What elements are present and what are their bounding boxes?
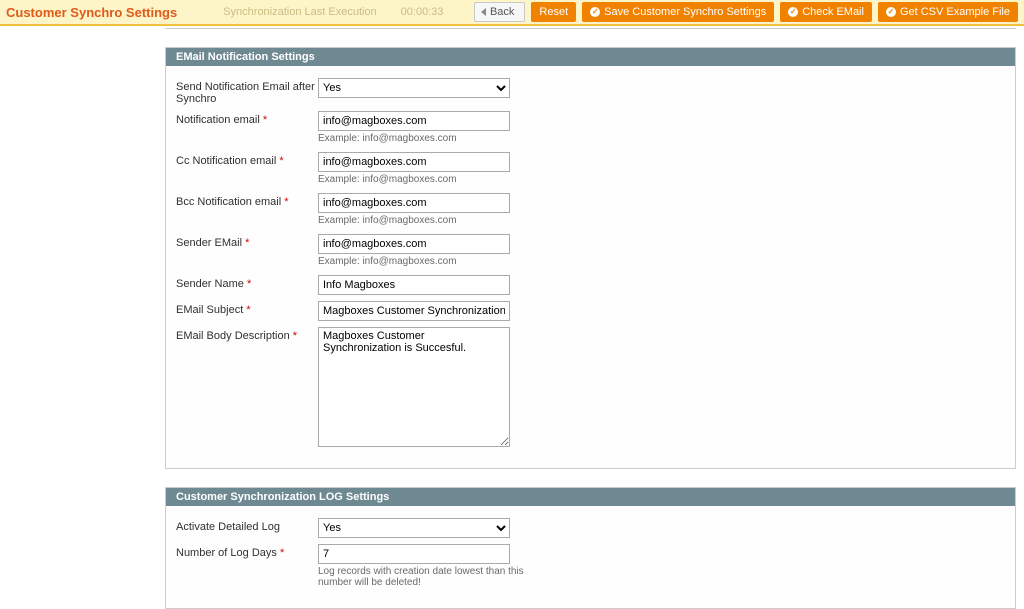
notification-email-label: Notification email * (176, 111, 318, 126)
sender-name-label: Sender Name * (176, 275, 318, 290)
faded-status-label: Synchronization Last Execution (223, 6, 376, 18)
log-panel-body: Activate Detailed Log Yes Number of Log … (166, 506, 1015, 608)
activate-log-label: Activate Detailed Log (176, 518, 318, 533)
toolbar-buttons: Back Reset ✓ Save Customer Synchro Setti… (474, 2, 1018, 22)
check-email-button[interactable]: ✓ Check EMail (780, 2, 872, 22)
email-body-label: EMail Body Description * (176, 327, 318, 342)
email-panel-header: EMail Notification Settings (166, 48, 1015, 66)
required-icon: * (247, 278, 251, 290)
send-after-select[interactable]: Yes (318, 78, 510, 98)
log-days-hint: Log records with creation date lowest th… (318, 566, 538, 588)
log-settings-panel: Customer Synchronization LOG Settings Ac… (165, 487, 1016, 609)
bcc-email-hint: Example: info@magboxes.com (318, 215, 510, 226)
notification-email-hint: Example: info@magboxes.com (318, 133, 510, 144)
reset-button[interactable]: Reset (531, 2, 576, 22)
log-panel-header: Customer Synchronization LOG Settings (166, 488, 1015, 506)
page-title: Customer Synchro Settings (6, 5, 177, 20)
sender-email-label: Sender EMail * (176, 234, 318, 249)
check-icon: ✓ (590, 7, 600, 17)
page-body: EMail Notification Settings Send Notific… (0, 26, 1024, 609)
arrow-left-icon (481, 8, 486, 16)
bcc-email-input[interactable] (318, 193, 510, 213)
top-divider (165, 28, 1016, 29)
back-button[interactable]: Back (474, 2, 525, 22)
required-icon: * (284, 196, 288, 208)
notification-email-input[interactable] (318, 111, 510, 131)
save-button[interactable]: ✓ Save Customer Synchro Settings (582, 2, 774, 22)
email-body-textarea[interactable] (318, 327, 510, 447)
faded-status-value: 00:00:33 (401, 6, 444, 18)
activate-log-select[interactable]: Yes (318, 518, 510, 538)
bcc-email-label: Bcc Notification email * (176, 193, 318, 208)
back-button-label: Back (490, 6, 514, 18)
check-icon: ✓ (788, 7, 798, 17)
log-days-label: Number of Log Days * (176, 544, 318, 559)
reset-button-label: Reset (539, 6, 568, 18)
cc-email-input[interactable] (318, 152, 510, 172)
sender-name-input[interactable] (318, 275, 510, 295)
email-subject-input[interactable] (318, 301, 510, 321)
send-after-label: Send Notification Email after Synchro (176, 78, 318, 105)
csv-example-button-label: Get CSV Example File (900, 6, 1010, 18)
cc-email-label: Cc Notification email * (176, 152, 318, 167)
check-icon: ✓ (886, 7, 896, 17)
csv-example-button[interactable]: ✓ Get CSV Example File (878, 2, 1018, 22)
email-panel-body: Send Notification Email after Synchro Ye… (166, 66, 1015, 468)
left-sidebar-gutter (0, 26, 165, 609)
main-content: EMail Notification Settings Send Notific… (165, 26, 1024, 609)
faded-status: Synchronization Last Execution 00:00:33 (183, 6, 468, 18)
sender-email-hint: Example: info@magboxes.com (318, 256, 510, 267)
required-icon: * (246, 304, 250, 316)
sender-email-input[interactable] (318, 234, 510, 254)
required-icon: * (245, 237, 249, 249)
top-toolbar: Customer Synchro Settings Synchronizatio… (0, 0, 1024, 26)
required-icon: * (293, 330, 297, 342)
required-icon: * (263, 114, 267, 126)
email-subject-label: EMail Subject * (176, 301, 318, 316)
cc-email-hint: Example: info@magboxes.com (318, 174, 510, 185)
log-days-input[interactable] (318, 544, 510, 564)
required-icon: * (279, 155, 283, 167)
check-email-button-label: Check EMail (802, 6, 864, 18)
required-icon: * (280, 547, 284, 559)
save-button-label: Save Customer Synchro Settings (604, 6, 766, 18)
email-notification-panel: EMail Notification Settings Send Notific… (165, 47, 1016, 469)
